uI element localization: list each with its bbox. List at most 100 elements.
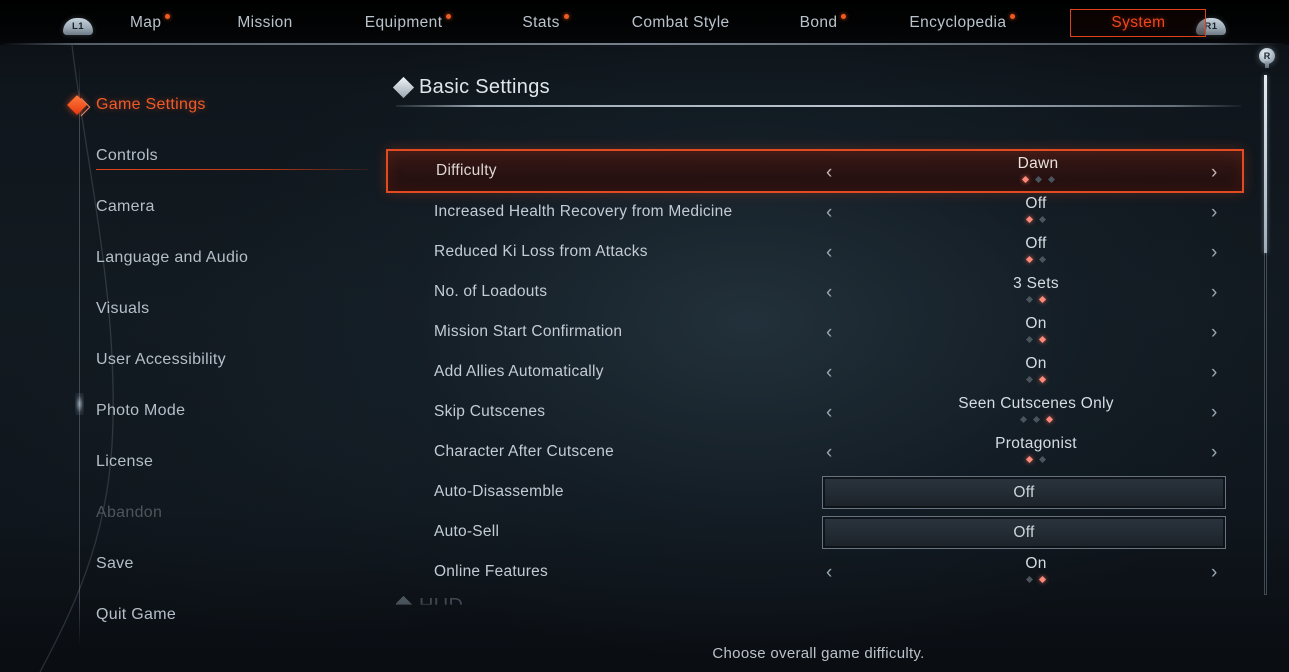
setting-toggle-button[interactable]: Off	[822, 476, 1226, 509]
setting-value: Off	[1013, 483, 1035, 501]
scrollbar-thumb[interactable]	[1264, 75, 1267, 253]
selection-diamond-icon	[67, 95, 87, 115]
nav-item-stats[interactable]: Stats	[512, 10, 569, 36]
sidebar-item-controls[interactable]: Controls	[96, 147, 158, 165]
nav-item-label: Stats	[522, 13, 560, 31]
notification-dot-icon	[446, 13, 452, 19]
setting-value: Off	[1013, 523, 1035, 541]
nav-item-label: Map	[130, 13, 162, 31]
stepper-dot-icon	[1021, 175, 1029, 183]
nav-item-bond[interactable]: Bond	[790, 10, 848, 36]
setting-label: Increased Health Recovery from Medicine	[434, 203, 733, 220]
setting-row[interactable]: No. of Loadouts ‹ › 3 Sets	[386, 272, 1246, 312]
nav-item-mission[interactable]: Mission	[227, 10, 302, 36]
chevron-left-icon[interactable]: ‹	[826, 243, 832, 262]
nav-item-map[interactable]: Map	[120, 10, 171, 36]
l1-button-icon[interactable]: L1	[63, 18, 93, 35]
setting-row[interactable]: Difficulty ‹ › Dawn	[386, 149, 1244, 193]
right-stick-icon[interactable]: R	[1259, 48, 1275, 68]
chevron-right-icon[interactable]: ›	[1211, 403, 1217, 422]
chevron-right-icon[interactable]: ›	[1211, 563, 1217, 582]
sidebar-item-save[interactable]: Save	[96, 555, 134, 573]
chevron-left-icon[interactable]: ‹	[826, 203, 832, 222]
stepper-dot-icon	[1038, 455, 1047, 463]
chevron-right-icon[interactable]: ›	[1211, 203, 1217, 222]
chevron-right-icon[interactable]: ›	[1211, 323, 1217, 342]
sidebar-item-label: Photo Mode	[96, 402, 186, 419]
setting-value: Protagonist	[995, 435, 1077, 452]
setting-value: Off	[1025, 195, 1047, 212]
sidebar-item-user-accessibility[interactable]: User Accessibility	[96, 351, 226, 369]
setting-value-stepper: On	[866, 355, 1206, 383]
top-navigation-bar: L1 R1 Map Mission Equipment Stats Combat Sty…	[0, 0, 1289, 45]
sidebar-item-camera[interactable]: Camera	[96, 198, 155, 216]
nav-item-equipment[interactable]: Equipment	[355, 10, 453, 36]
nav-item-combat-style[interactable]: Combat Style	[622, 10, 740, 36]
chevron-left-icon[interactable]: ‹	[826, 403, 832, 422]
sidebar-item-language-and-audio[interactable]: Language and Audio	[96, 249, 248, 267]
chevron-left-icon[interactable]: ‹	[826, 563, 832, 582]
chevron-right-icon[interactable]: ›	[1211, 443, 1217, 462]
setting-label: Add Allies Automatically	[434, 363, 604, 380]
sidebar-item-abandon: Abandon	[96, 504, 162, 522]
sidebar-rail	[79, 65, 80, 645]
section-title: Basic Settings	[419, 76, 550, 98]
setting-row[interactable]: Online Features ‹ › On	[386, 552, 1246, 592]
chevron-left-icon[interactable]: ‹	[826, 323, 832, 342]
stepper-position-dots	[1021, 175, 1055, 183]
setting-toggle-button[interactable]: Off	[822, 516, 1226, 549]
stepper-dot-icon	[1025, 255, 1034, 263]
sidebar-item-label: Abandon	[96, 504, 163, 521]
nav-item-list: Map Mission Equipment Stats Combat Style Bond…	[120, 0, 1207, 45]
sidebar-item-license[interactable]: License	[96, 453, 153, 471]
chevron-left-icon[interactable]: ‹	[826, 443, 832, 462]
chevron-left-icon[interactable]: ‹	[826, 363, 832, 382]
setting-row[interactable]: Auto-Sell Off	[386, 512, 1246, 552]
nav-item-label: Equipment	[364, 13, 443, 31]
nav-item-encyclopedia[interactable]: Encyclopedia	[899, 10, 1016, 36]
sidebar-item-label: Language and Audio	[96, 249, 249, 266]
setting-row[interactable]: Mission Start Confirmation ‹ › On	[386, 312, 1246, 352]
settings-row-list: Difficulty ‹ › Dawn Increased Health Recover…	[386, 106, 1251, 611]
setting-value-stepper: On	[866, 315, 1206, 343]
nav-item-label: Encyclopedia	[909, 13, 1007, 31]
stepper-position-dots	[1025, 335, 1047, 343]
sidebar-item-game-settings[interactable]: Game Settings	[67, 95, 206, 115]
sidebar-item-label: Quit Game	[96, 606, 177, 623]
setting-value-stepper: On	[866, 555, 1206, 583]
chevron-right-icon[interactable]: ›	[1211, 163, 1217, 182]
setting-label: Auto-Sell	[434, 523, 500, 540]
sidebar-item-label: Save	[96, 555, 134, 572]
setting-value: 3 Sets	[1013, 275, 1059, 292]
sidebar-item-visuals[interactable]: Visuals	[96, 300, 149, 318]
setting-row[interactable]: Add Allies Automatically ‹ › On	[386, 352, 1246, 392]
chevron-right-icon[interactable]: ›	[1211, 243, 1217, 262]
chevron-right-icon[interactable]: ›	[1211, 283, 1217, 302]
setting-label: Difficulty	[436, 162, 497, 179]
sidebar-item-photo-mode[interactable]: Photo Mode	[96, 402, 185, 420]
setting-row[interactable]: Skip Cutscenes ‹ › Seen Cutscenes Only	[386, 392, 1246, 432]
chevron-left-icon[interactable]: ‹	[826, 163, 832, 182]
vertical-scrollbar[interactable]: R	[1257, 45, 1275, 672]
setting-row[interactable]: Character After Cutscene ‹ › Protagonist	[386, 432, 1246, 472]
setting-row[interactable]: Reduced Ki Loss from Attacks ‹ › Off	[386, 232, 1246, 272]
notification-dot-icon	[841, 13, 847, 19]
chevron-left-icon[interactable]: ‹	[826, 283, 832, 302]
sidebar-item-label: License	[96, 453, 154, 470]
chevron-right-icon[interactable]: ›	[1211, 363, 1217, 382]
sidebar-item-label: Game Settings	[96, 96, 206, 113]
sidebar-active-underline	[96, 169, 368, 170]
notification-dot-icon	[1010, 13, 1016, 19]
stepper-position-dots	[1025, 455, 1047, 463]
sidebar-scroll-knob-icon[interactable]	[75, 393, 84, 415]
diamond-icon	[392, 76, 415, 99]
stepper-dot-icon	[1025, 375, 1034, 383]
setting-row[interactable]: Increased Health Recovery from Medicine ‹…	[386, 192, 1246, 232]
stepper-position-dots	[1019, 415, 1053, 423]
setting-value-stepper: 3 Sets	[866, 275, 1206, 303]
setting-row[interactable]: Auto-Disassemble Off	[386, 472, 1246, 512]
setting-label: No. of Loadouts	[434, 283, 548, 300]
stepper-dot-icon	[1047, 175, 1055, 183]
sidebar-item-quit-game[interactable]: Quit Game	[96, 606, 176, 624]
nav-item-system[interactable]: System	[1070, 8, 1207, 37]
